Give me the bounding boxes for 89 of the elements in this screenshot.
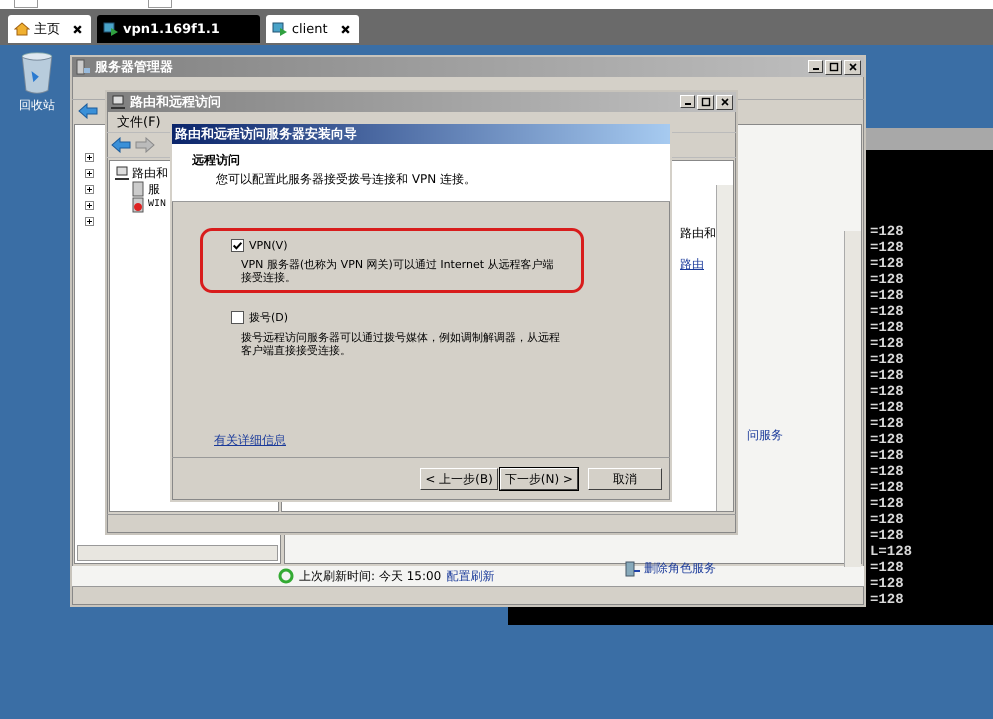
- vertical-scrollbar[interactable]: [844, 231, 861, 567]
- checkbox[interactable]: [231, 239, 244, 252]
- terminal-line: =128: [870, 592, 905, 608]
- server-icon: [75, 59, 91, 75]
- routing-link[interactable]: 路由: [680, 256, 716, 273]
- terminal-line: =128: [870, 400, 905, 416]
- dialog-title: 路由和远程访问服务器安装向导: [175, 126, 357, 143]
- page-heading: 远程访问: [192, 152, 241, 169]
- configure-refresh-link[interactable]: 配置刷新: [446, 568, 494, 584]
- terminal-line: L=128: [870, 544, 912, 560]
- maximize-button[interactable]: [825, 60, 842, 74]
- back-button[interactable]: < 上一步(B): [420, 468, 498, 490]
- close-icon[interactable]: [340, 24, 351, 34]
- computer-icon: [110, 94, 126, 110]
- terminal-line: =128: [870, 240, 905, 256]
- page-subheading: 您可以配置此服务器接受拨号连接和 VPN 连接。: [215, 171, 478, 188]
- back-arrow-icon[interactable]: [111, 137, 131, 153]
- option-description: 拨号远程访问服务器可以通过拨号媒体，例如调制解调器，从远程客户端直接接受连接。: [240, 331, 561, 357]
- computer-icon: [114, 165, 130, 181]
- close-icon: [848, 62, 858, 72]
- maximize-icon: [828, 62, 838, 72]
- window-title: 服务器管理器: [95, 59, 173, 76]
- expand-icon[interactable]: [85, 153, 94, 162]
- maximize-icon: [700, 97, 710, 107]
- server-icon: [130, 181, 146, 197]
- close-icon[interactable]: [72, 24, 83, 34]
- terminal-line: =128: [870, 480, 905, 496]
- terminal-line: =128: [870, 432, 905, 448]
- server-alert-icon: [130, 197, 146, 213]
- expand-icon[interactable]: [85, 217, 94, 226]
- minimize-button[interactable]: [808, 60, 823, 72]
- close-icon: [720, 97, 730, 107]
- refresh-time: 上次刷新时间: 今天 15:00: [299, 568, 442, 584]
- remove-role-services-link[interactable]: 删除角色服务: [644, 560, 716, 577]
- terminal-line: =128: [870, 416, 905, 432]
- terminal-line: =128: [870, 512, 905, 528]
- window-title: 路由和远程访问: [130, 94, 221, 111]
- option-description: VPN 服务器(也称为 VPN 网关)可以通过 Internet 从远程客户端接受连接。: [240, 258, 555, 284]
- browser-tab[interactable]: 主页: [8, 15, 91, 43]
- desktop-icon-label[interactable]: 回收站: [19, 97, 55, 114]
- browser-tab[interactable]: client: [266, 15, 359, 43]
- terminal-line: =128: [870, 224, 905, 240]
- house-icon: [14, 21, 30, 37]
- menu-item[interactable]: 文件(F): [117, 113, 161, 131]
- horizontal-scrollbar[interactable]: [77, 545, 278, 561]
- terminal-line: =128: [870, 464, 905, 480]
- description-text: 路由和: [680, 225, 716, 242]
- maximize-button[interactable]: [697, 94, 714, 110]
- refresh-icon[interactable]: [278, 568, 294, 584]
- terminal-line: =128: [870, 496, 905, 512]
- service-link[interactable]: 问服务: [747, 427, 783, 444]
- vertical-scrollbar[interactable]: [716, 185, 733, 511]
- expand-icon[interactable]: [85, 185, 94, 194]
- browser-tab[interactable]: vpn1.169f1.1: [97, 15, 260, 43]
- back-arrow-icon[interactable]: [78, 103, 98, 119]
- terminal-line: =128: [870, 368, 905, 384]
- terminal-line: =128: [870, 384, 905, 400]
- terminal-line: =128: [870, 448, 905, 464]
- expand-icon[interactable]: [85, 201, 94, 210]
- close-button[interactable]: [844, 60, 861, 74]
- terminal-line: =128: [870, 272, 905, 288]
- tree-item[interactable]: 服: [148, 181, 160, 197]
- minimize-icon: [684, 102, 690, 104]
- terminal-line: =128: [870, 352, 905, 368]
- next-button[interactable]: 下一步(N) >: [500, 468, 578, 490]
- cancel-button[interactable]: 取消: [588, 468, 662, 490]
- server-remove-icon: [625, 560, 641, 576]
- checkbox-label[interactable]: VPN(V): [249, 239, 288, 252]
- terminal-line: =128: [870, 576, 905, 592]
- more-info-link[interactable]: 有关详细信息: [214, 432, 286, 449]
- minimize-button[interactable]: [680, 94, 695, 108]
- tree-item[interactable]: WIN: [148, 197, 166, 213]
- terminal-line: =128: [870, 304, 905, 320]
- terminal-line: =128: [870, 528, 905, 544]
- toolbar-button[interactable]: [148, 0, 172, 8]
- terminal-line: =128: [870, 256, 905, 272]
- tree-item[interactable]: 路由和: [132, 165, 168, 181]
- toolbar-button[interactable]: [14, 0, 38, 8]
- terminal-line: =128: [870, 336, 905, 352]
- computer-icon: [272, 21, 288, 37]
- terminal-line: =128: [870, 560, 905, 576]
- computer-icon: [103, 21, 119, 37]
- terminal-line: =128: [870, 288, 905, 304]
- expand-icon[interactable]: [85, 169, 94, 178]
- terminal-line: =128: [870, 320, 905, 336]
- checkbox[interactable]: [231, 311, 244, 324]
- close-button[interactable]: [716, 94, 733, 110]
- checkbox-label[interactable]: 拨号(D): [249, 310, 288, 325]
- minimize-icon: [812, 68, 818, 70]
